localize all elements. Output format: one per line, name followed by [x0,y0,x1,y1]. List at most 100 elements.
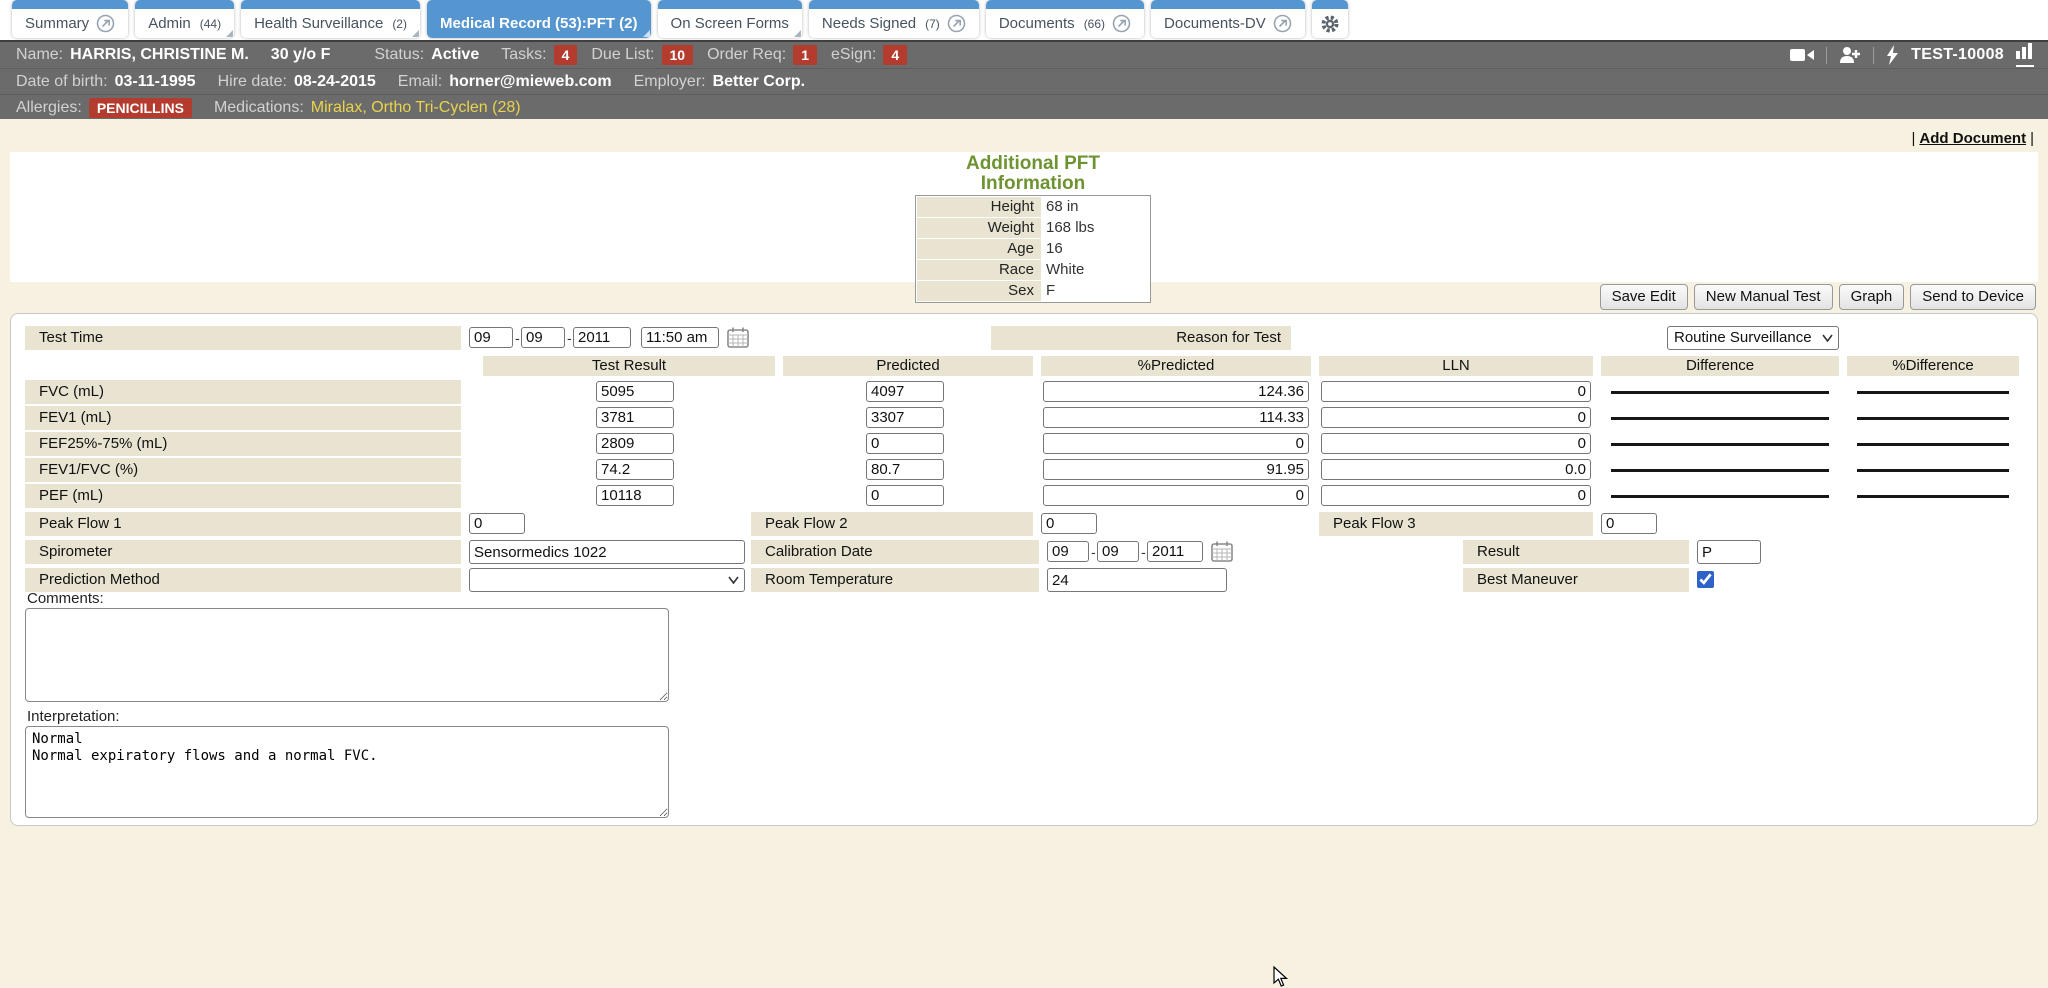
tab-settings[interactable] [1312,0,1348,38]
test-time-day-input[interactable] [521,327,565,348]
fef-predicted-input[interactable] [866,433,944,454]
send-to-device-button[interactable]: Send to Device [1910,284,2036,310]
pft-test-form: Test Time - - Reason for Test Routine Su… [10,313,2038,826]
tab-cap [427,0,651,9]
fev1-fvc-pct-predicted-input[interactable] [1043,459,1309,480]
fvc-result-input[interactable] [596,381,674,402]
calibration-day-input[interactable] [1097,541,1139,562]
save-edit-button[interactable]: Save Edit [1600,284,1688,310]
gear-icon[interactable] [1320,14,1340,34]
test-time-label: Test Time [25,326,461,350]
result-input[interactable] [1697,540,1761,564]
tab-bar: Summary Admin (44) Health Surveillance (… [0,0,2048,40]
fev1-predicted-input[interactable] [866,407,944,428]
tab-admin[interactable]: Admin (44) [135,0,234,38]
weight-label: Weight [917,218,1041,238]
chevron-down-icon [1822,334,1833,342]
fev1-lln-input[interactable] [1321,407,1591,428]
tab-label: Documents [999,15,1075,32]
test-time-year-input[interactable] [573,327,631,348]
test-time-time-input[interactable] [641,327,719,348]
age-value: 16 [1041,239,1063,259]
peak-flow-1-label: Peak Flow 1 [25,512,461,536]
bar-chart-icon[interactable] [2016,43,2034,67]
peak-flow-3-input[interactable] [1601,513,1657,534]
pef-result-input[interactable] [596,485,674,506]
pft-info-row: Weight 168 lbs [917,218,1149,238]
external-link-icon[interactable] [947,14,966,33]
tab-fold-icon [643,30,650,37]
fev1-fvc-lln-input[interactable] [1321,459,1591,480]
tasks-label: Tasks: [501,46,546,64]
fvc-predicted-input[interactable] [866,381,944,402]
new-manual-test-button[interactable]: New Manual Test [1694,284,1833,310]
peak-flow-1-input[interactable] [469,513,525,534]
prediction-method-select[interactable] [469,568,745,592]
spirometer-input[interactable] [469,540,745,564]
height-label: Height [917,197,1041,217]
fef-lln-input[interactable] [1321,433,1591,454]
mouse-cursor [1273,966,1289,988]
banner-row-2: Date of birth: 03-11-1995 Hire date: 08-… [0,68,2048,94]
external-link-icon[interactable] [96,14,115,33]
calibration-year-input[interactable] [1147,541,1203,562]
tab-cap [1312,0,1348,9]
pef-lln-input[interactable] [1321,485,1591,506]
comments-textarea[interactable] [25,608,669,702]
external-link-icon[interactable] [1273,14,1292,33]
pef-pct-predicted-input[interactable] [1043,485,1309,506]
hire-date-label: Hire date: [218,73,287,91]
fef-pct-predicted-input[interactable] [1043,433,1309,454]
external-link-icon[interactable] [1112,14,1131,33]
tab-summary[interactable]: Summary [12,0,128,38]
date-dash: - [515,330,520,346]
tasks-badge[interactable]: 4 [554,45,578,65]
fvc-pct-predicted-input[interactable] [1043,381,1309,402]
reason-for-test-label: Reason for Test [991,326,1291,350]
peak-flow-3-label: Peak Flow 3 [1319,512,1593,536]
add-document-link[interactable]: Add Document [1919,130,2026,147]
video-camera-icon[interactable] [1790,47,1814,63]
order-req-badge[interactable]: 1 [793,45,817,65]
tab-label: Health Surveillance [254,15,383,32]
tab-documents[interactable]: Documents (66) [986,0,1144,38]
additional-pft-information: Additional PFT Information Height 68 in … [915,154,1151,303]
fvc-lln-input[interactable] [1321,381,1591,402]
peak-flow-2-input[interactable] [1041,513,1097,534]
order-req-label: Order Req: [707,46,786,64]
fev1-fvc-result-input[interactable] [596,459,674,480]
add-person-icon[interactable] [1839,46,1861,64]
fev1-fvc-predicted-input[interactable] [866,459,944,480]
room-temperature-input[interactable] [1047,568,1227,592]
sex-label: Sex [917,281,1041,301]
medications-value[interactable]: Miralax, Ortho Tri-Cyclen (28) [311,99,521,117]
graph-button[interactable]: Graph [1839,284,1905,310]
patient-banner: Name: HARRIS, CHRISTINE M. 30 y/o F Stat… [0,40,2048,119]
due-list-badge[interactable]: 10 [662,45,694,65]
fef-result-input[interactable] [596,433,674,454]
allergy-badge[interactable]: PENICILLINS [89,98,192,118]
tab-medical-record-active[interactable]: Medical Record (53):PFT (2) [427,0,651,38]
tab-on-screen-forms[interactable]: On Screen Forms [658,0,802,38]
col-header-predicted: Predicted [783,356,1033,376]
fev1-pct-predicted-input[interactable] [1043,407,1309,428]
fev1-result-input[interactable] [596,407,674,428]
lightning-bolt-icon[interactable] [1886,45,1899,65]
test-time-month-input[interactable] [469,327,513,348]
tab-health-surveillance[interactable]: Health Surveillance (2) [241,0,420,38]
pef-predicted-input[interactable] [866,485,944,506]
interpretation-textarea[interactable]: Normal Normal expiratory flows and a nor… [25,726,669,818]
esign-badge[interactable]: 4 [883,45,907,65]
patient-name: HARRIS, CHRISTINE M. [70,46,249,64]
pft-info-row: Age 16 [917,239,1149,259]
reason-for-test-select[interactable]: Routine Surveillance [1667,326,1839,350]
tab-documents-dv[interactable]: Documents-DV [1151,0,1305,38]
pft-info-row: Height 68 in [917,197,1149,217]
banner-row-3: Allergies: PENICILLINS Medications: Mira… [0,94,2048,120]
calendar-icon[interactable] [1211,541,1233,562]
calendar-icon[interactable] [727,327,749,348]
best-maneuver-label: Best Maneuver [1463,568,1689,592]
calibration-month-input[interactable] [1047,541,1089,562]
tab-needs-signed[interactable]: Needs Signed (7) [809,0,979,38]
best-maneuver-checkbox[interactable] [1697,571,1714,588]
